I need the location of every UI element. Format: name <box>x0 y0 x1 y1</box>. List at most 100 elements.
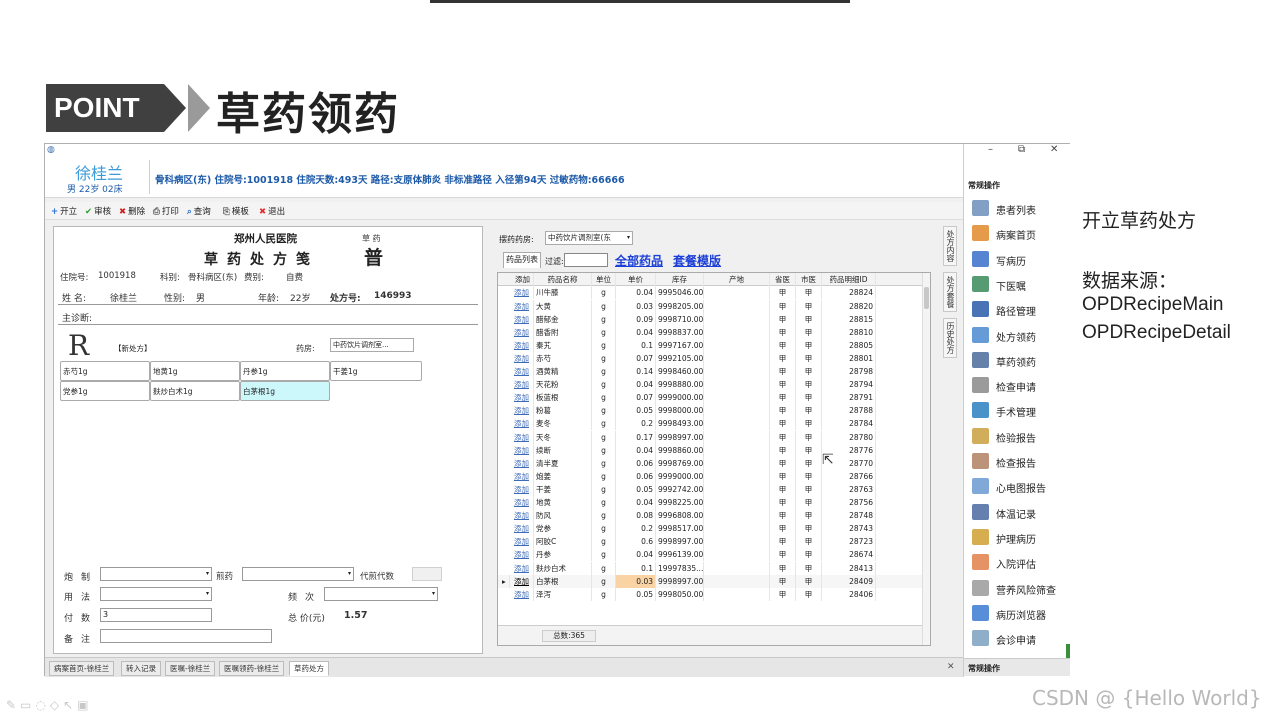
add-drug-link[interactable]: 添加 <box>512 548 534 562</box>
column-header[interactable]: 药品名称 <box>534 273 592 286</box>
toolbar-button-2[interactable]: ✖ 删除 <box>119 205 145 217</box>
table-row[interactable]: 添加 炮姜 g 0.06 9999000.00 甲甲 28766 <box>498 469 924 483</box>
column-header[interactable]: 药品明细ID <box>822 273 876 286</box>
sidebar-item-1[interactable]: 病案首页 <box>970 223 1068 245</box>
tab-bottom-1[interactable]: 转入记录 <box>121 661 161 676</box>
add-drug-link[interactable]: 添加 <box>512 378 534 392</box>
column-header[interactable]: 省医 <box>770 273 796 286</box>
sidebar-item-6[interactable]: 草药领药 <box>970 350 1068 372</box>
herb-item[interactable]: 赤芍1g <box>60 361 150 381</box>
tab-rx-history[interactable]: 历史处方 <box>943 318 957 358</box>
table-row[interactable]: 添加 防风 g 0.08 9996808.00 甲甲 28748 <box>498 509 924 523</box>
add-drug-link[interactable]: 添加 <box>512 365 534 378</box>
add-drug-link[interactable]: 添加 <box>512 391 534 405</box>
herb-item[interactable]: 干姜1g <box>330 361 422 381</box>
table-row[interactable]: 添加 麦冬 g 0.2 9998493.00 甲甲 28784 <box>498 417 924 431</box>
template-link[interactable]: 套餐模版 <box>673 252 721 269</box>
herb-item[interactable]: 白茅根1g <box>240 381 330 401</box>
sidebar-item-7[interactable]: 检查申请 <box>970 375 1068 397</box>
add-drug-link[interactable]: 添加 <box>512 417 534 431</box>
remark-input[interactable] <box>100 629 272 643</box>
table-row[interactable]: 添加 醋香附 g 0.04 9998837.00 甲甲 28810 <box>498 325 924 339</box>
column-header[interactable]: 单位 <box>592 273 616 286</box>
sidebar-item-9[interactable]: 检验报告 <box>970 426 1068 448</box>
toolbar-button-3[interactable]: ⎙ 打印 <box>153 205 179 217</box>
sidebar-item-3[interactable]: 下医嘱 <box>970 274 1068 296</box>
table-row[interactable]: 添加 清半夏 g 0.06 9998769.00 甲甲 28770 <box>498 456 924 470</box>
add-drug-link[interactable]: 添加 <box>512 299 534 313</box>
toolbar-button-0[interactable]: + 开立 <box>51 205 77 217</box>
sidebar-item-0[interactable]: 患者列表 <box>970 198 1068 220</box>
table-row[interactable]: 添加 天花粉 g 0.04 9998880.00 甲甲 28794 <box>498 378 924 392</box>
table-row[interactable]: 添加 麸炒白术 g 0.1 19997835... 甲甲 28413 <box>498 561 924 575</box>
herb-item[interactable]: 麸炒白术1g <box>150 381 240 401</box>
add-drug-link[interactable]: 添加 <box>512 587 534 601</box>
sidebar-item-13[interactable]: 护理病历 <box>970 527 1068 549</box>
add-drug-link[interactable]: 添加 <box>512 338 534 352</box>
grid-scrollbar[interactable] <box>922 273 930 645</box>
filter-input[interactable] <box>564 253 608 267</box>
doses-input[interactable]: 3 <box>100 608 212 622</box>
tab-drug-list[interactable]: 药品列表 <box>503 252 541 268</box>
scroll-thumb[interactable] <box>924 287 929 309</box>
table-row[interactable]: 添加 板蓝根 g 0.07 9999000.00 甲甲 28791 <box>498 391 924 405</box>
table-row[interactable]: 添加 粉葛 g 0.05 9998000.00 甲甲 28788 <box>498 404 924 418</box>
table-row[interactable]: 添加 续断 g 0.04 9998860.00 甲甲 28776 <box>498 443 924 457</box>
tab-bottom-4[interactable]: 草药处方 <box>289 661 329 676</box>
toolbar-button-5[interactable]: ⎘ 模板 <box>223 205 249 217</box>
sidebar-item-2[interactable]: 写病历 <box>970 249 1068 271</box>
tab-bottom-3[interactable]: 医嘱领药-徐桂兰 <box>219 661 285 676</box>
column-header[interactable]: 产地 <box>704 273 770 286</box>
tab-rx-package[interactable]: 处方套餐 <box>943 272 957 312</box>
dispense-pharmacy-select[interactable]: 中药饮片调剂室(东 ▾ <box>545 231 633 245</box>
sidebar-item-16[interactable]: 病历浏览器 <box>970 603 1068 625</box>
tab-rx-content[interactable]: 处方内容 <box>943 226 957 266</box>
tab-bottom-0[interactable]: 病案首页-徐桂兰 <box>49 661 115 676</box>
decoct-gen-input[interactable] <box>412 567 442 581</box>
pharmacy-select[interactable]: 中药饮片调剂室... <box>330 338 414 352</box>
table-row[interactable]: 添加 赤芍 g 0.07 9992105.00 甲甲 28801 <box>498 351 924 365</box>
table-row[interactable]: ▸ 添加 白茅根 g 0.03 9998997.00 甲甲 28409 <box>498 574 924 588</box>
sidebar-item-5[interactable]: 处方领药 <box>970 325 1068 347</box>
table-row[interactable]: 添加 川牛膝 g 0.04 9995046.00 甲甲 28824 <box>498 286 924 300</box>
sidebar-item-17[interactable]: 会诊申请 <box>970 628 1068 650</box>
table-row[interactable]: 添加 秦艽 g 0.1 9997167.00 甲甲 28805 <box>498 338 924 352</box>
herb-item[interactable]: 丹参1g <box>240 361 330 381</box>
sidebar-item-11[interactable]: 心电图报告 <box>970 476 1068 498</box>
close-icon[interactable]: ✕ <box>947 662 955 672</box>
column-header[interactable]: 添加 <box>512 273 534 286</box>
patient-name[interactable]: 徐桂兰 <box>75 160 123 184</box>
toolbar-button-4[interactable]: ⌕ 查询 <box>187 205 211 217</box>
add-drug-link[interactable]: 添加 <box>512 351 534 365</box>
add-drug-link[interactable]: 添加 <box>512 496 534 509</box>
add-drug-link[interactable]: 添加 <box>512 469 534 483</box>
sidebar-bottom-section[interactable]: 常规操作 <box>964 658 1070 676</box>
table-row[interactable]: 添加 丹参 g 0.04 9996139.00 甲甲 28674 <box>498 548 924 562</box>
add-drug-link[interactable]: 添加 <box>512 312 534 326</box>
sidebar-item-12[interactable]: 体温记录 <box>970 502 1068 524</box>
sidebar-item-10[interactable]: 检查报告 <box>970 451 1068 473</box>
table-row[interactable]: 添加 酒黄精 g 0.14 9998460.00 甲甲 28798 <box>498 365 924 378</box>
add-drug-link[interactable]: 添加 <box>512 561 534 575</box>
add-drug-link[interactable]: 添加 <box>512 430 534 444</box>
table-row[interactable]: 添加 天冬 g 0.17 9998997.00 甲甲 28780 <box>498 430 924 444</box>
minimize-icon[interactable]: – <box>988 144 993 155</box>
toolbar-button-1[interactable]: ✔ 审核 <box>85 205 111 217</box>
decoct-select[interactable]: ▾ <box>242 567 354 581</box>
close-window-icon[interactable]: ✕ <box>1050 144 1058 155</box>
usage-select[interactable]: ▾ <box>100 587 212 601</box>
maximize-icon[interactable]: ⧉ <box>1018 144 1025 155</box>
table-row[interactable]: 添加 党参 g 0.2 9998517.00 甲甲 28743 <box>498 522 924 536</box>
column-header[interactable]: 市医 <box>796 273 822 286</box>
table-row[interactable]: 添加 阿胶C g 0.6 9998997.00 甲甲 28723 <box>498 535 924 549</box>
table-row[interactable]: 添加 泽泻 g 0.05 9998050.00 甲甲 28406 <box>498 587 924 601</box>
sidebar-item-15[interactable]: 营养风险筛查 <box>970 578 1068 600</box>
add-drug-link[interactable]: 添加 <box>512 456 534 470</box>
sidebar-item-4[interactable]: 路径管理 <box>970 299 1068 321</box>
add-drug-link[interactable]: 添加 <box>512 482 534 496</box>
add-drug-link[interactable]: 添加 <box>512 509 534 523</box>
add-drug-link[interactable]: 添加 <box>512 522 534 536</box>
add-drug-link[interactable]: 添加 <box>512 443 534 457</box>
add-drug-link[interactable]: 添加 <box>512 404 534 418</box>
table-row[interactable]: 添加 醋郁金 g 0.09 9998710.00 甲甲 28815 <box>498 312 924 326</box>
